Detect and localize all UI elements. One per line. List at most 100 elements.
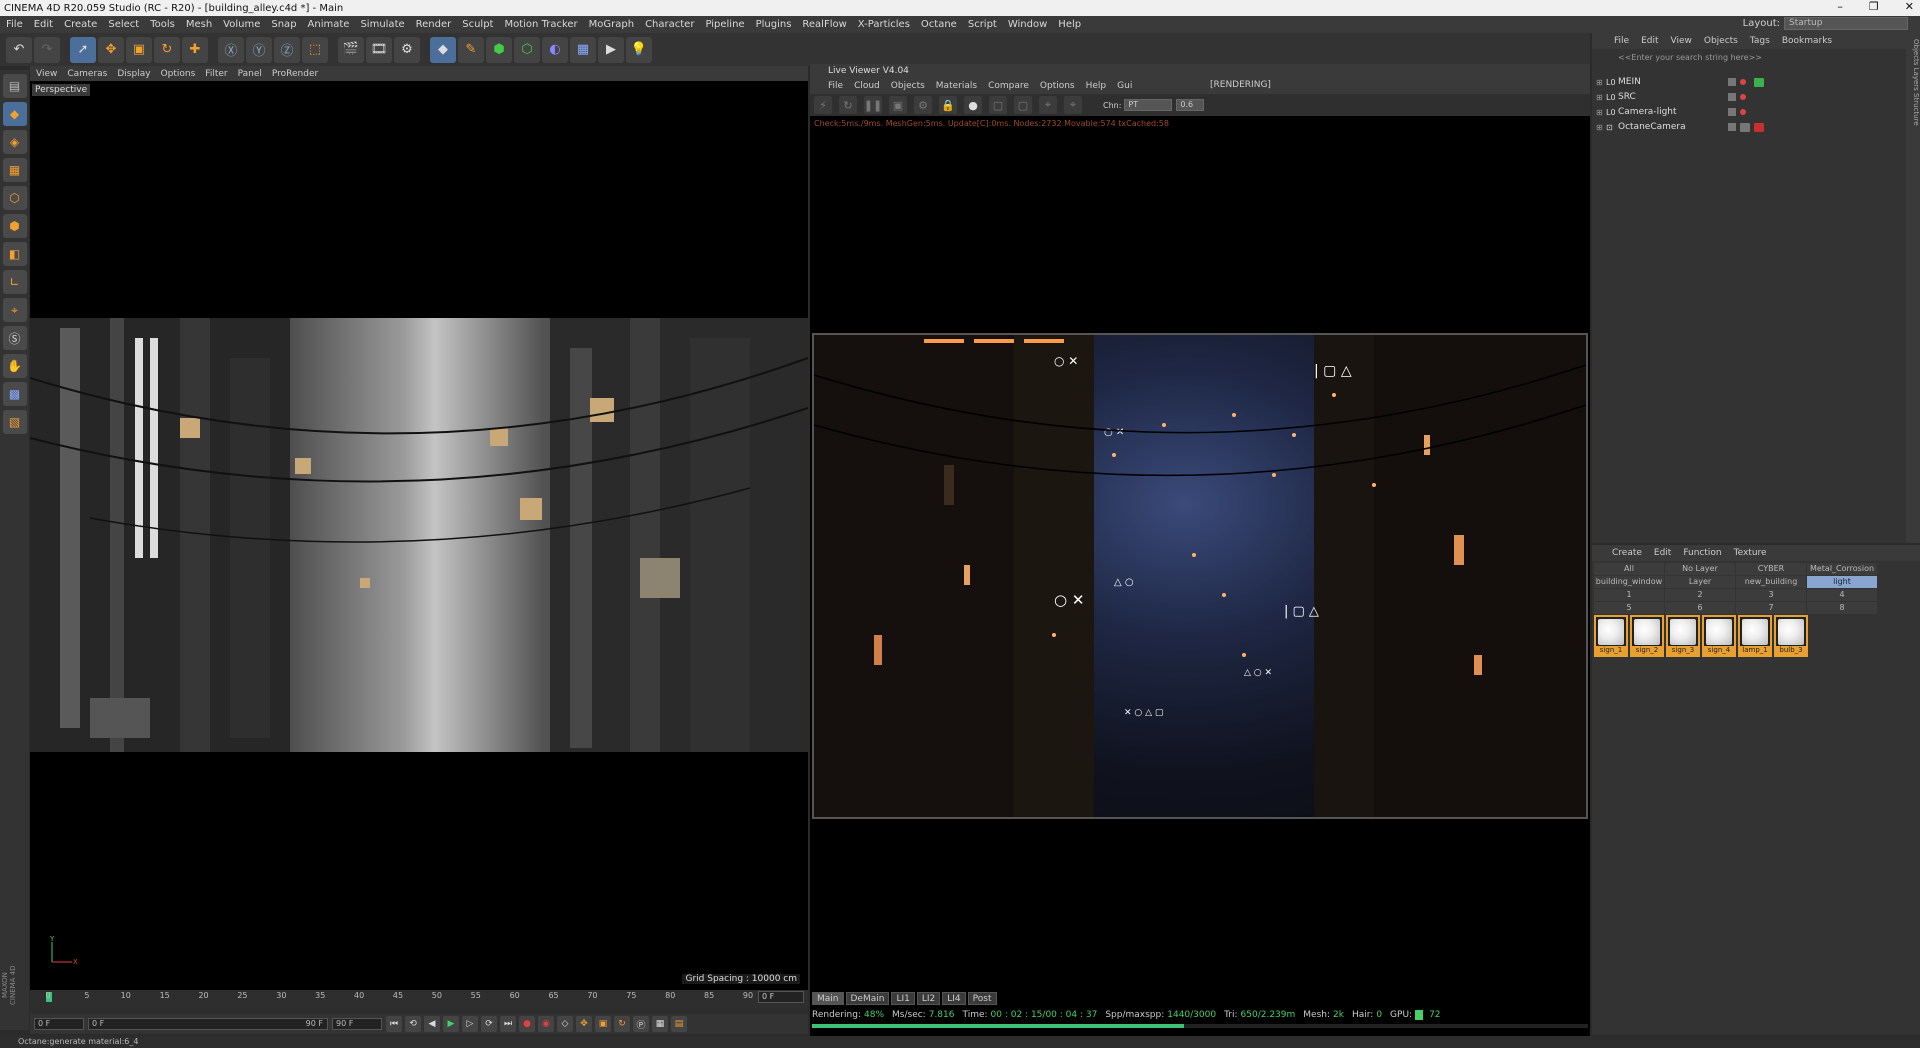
om-menu-objects[interactable]: Objects	[1704, 36, 1738, 46]
visibility-dots[interactable]	[1740, 109, 1746, 115]
lv-tab-main[interactable]: Main	[812, 992, 844, 1005]
timeline[interactable]: 0 5 10 15 20 25 30 35 40 45 50 55 60 65 70 75 80 85 90 0 F	[30, 990, 808, 1014]
menu-mograph[interactable]: MoGraph	[589, 19, 634, 30]
key-rotation-icon[interactable]: ↻	[614, 1016, 630, 1032]
menu-snap[interactable]: Snap	[271, 19, 296, 30]
model-mode-icon[interactable]: ◆	[2, 102, 27, 126]
pick-material-icon[interactable]: ⌖	[1064, 96, 1082, 114]
channel-value-field[interactable]: 0.6	[1176, 99, 1205, 111]
z-axis-lock-icon[interactable]: Ⓩ	[274, 36, 300, 63]
layer-cell[interactable]: 4	[1807, 589, 1877, 601]
expand-icon[interactable]: ⊞	[1596, 93, 1606, 102]
previous-key-icon[interactable]: ⟲	[405, 1016, 421, 1032]
stop-render-icon[interactable]: ▣	[889, 96, 907, 114]
octane-camera-tag-icon[interactable]	[1754, 122, 1764, 132]
layer-cell[interactable]: CYBER	[1736, 563, 1806, 575]
render-view-icon[interactable]: 🎬	[338, 36, 364, 63]
om-menu-view[interactable]: View	[1671, 36, 1692, 46]
layer-cell[interactable]: 2	[1665, 589, 1735, 601]
texture-mode-icon[interactable]: ◈	[2, 130, 27, 154]
material-swatch[interactable]: sign_4	[1702, 615, 1736, 657]
menu-x-particles[interactable]: X-Particles	[858, 19, 910, 30]
mm-menu-function[interactable]: Function	[1683, 548, 1721, 558]
close-button[interactable]: ✕	[1905, 0, 1914, 13]
menu-character[interactable]: Character	[645, 19, 694, 30]
om-menu-file[interactable]: File	[1614, 36, 1629, 46]
workplane-icon[interactable]: ▦	[2, 158, 27, 182]
menu-motion-tracker[interactable]: Motion Tracker	[504, 19, 577, 30]
expand-icon[interactable]: ⊞	[1596, 78, 1606, 87]
layout-dropdown[interactable]: Startup	[1784, 17, 1908, 30]
lv-menu-materials[interactable]: Materials	[936, 81, 977, 91]
menu-sculpt[interactable]: Sculpt	[462, 19, 493, 30]
autokey-icon[interactable]: ◉	[538, 1016, 554, 1032]
key-position-icon[interactable]: ✥	[576, 1016, 592, 1032]
om-menu-edit[interactable]: Edit	[1641, 36, 1658, 46]
lv-tab-post[interactable]: Post	[967, 992, 997, 1005]
end-frame-field[interactable]: 90 F	[332, 1018, 382, 1030]
lv-tab-li2[interactable]: LI2	[916, 992, 941, 1005]
undo-icon[interactable]: ↶	[6, 36, 32, 63]
lock-workplane-icon[interactable]: ▩	[2, 382, 27, 406]
key-scale-icon[interactable]: ▣	[595, 1016, 611, 1032]
layer-cell[interactable]: 8	[1807, 602, 1877, 614]
lv-menu-help[interactable]: Help	[1086, 81, 1107, 91]
mm-menu-create[interactable]: Create	[1612, 548, 1642, 558]
expand-icon[interactable]: ⊞	[1596, 123, 1606, 132]
minimize-button[interactable]: –	[1837, 0, 1843, 13]
layer-cell-selected[interactable]: light	[1807, 576, 1877, 588]
viewport-menu-prorender[interactable]: ProRender	[272, 69, 318, 79]
render-settings-icon[interactable]: ⚙	[394, 36, 420, 63]
lock-resolution-icon[interactable]: 🔒	[939, 96, 957, 114]
snap-icon[interactable]: Ⓢ	[2, 326, 27, 350]
lv-tab-li4[interactable]: LI4	[942, 992, 966, 1005]
pick-focus-icon[interactable]: ⌖	[1039, 96, 1057, 114]
menu-octane[interactable]: Octane	[921, 19, 957, 30]
next-frame-icon[interactable]: ▷	[462, 1016, 478, 1032]
mm-menu-texture[interactable]: Texture	[1734, 548, 1767, 558]
octane-render-output[interactable]: ○ ✕ | ▢ △ ○ ✕ △ ○ ○ ✕ | ▢ △ △ ○ ✕ ✕ ○ △ …	[812, 333, 1588, 819]
menu-plugins[interactable]: Plugins	[756, 19, 792, 30]
layer-cell[interactable]: building_window	[1594, 576, 1664, 588]
rotate-tool-icon[interactable]: ↻	[154, 36, 180, 63]
goto-start-icon[interactable]: ⏮	[386, 1016, 402, 1032]
restart-render-icon[interactable]: ↻	[839, 96, 857, 114]
mm-menu-edit[interactable]: Edit	[1654, 548, 1671, 558]
maximize-button[interactable]: ❐	[1869, 0, 1879, 13]
play-icon[interactable]: ▶	[443, 1016, 459, 1032]
record-icon[interactable]: ●	[519, 1016, 535, 1032]
layer-cell[interactable]: 3	[1736, 589, 1806, 601]
menu-edit[interactable]: Edit	[34, 19, 53, 30]
viewport-menu-display[interactable]: Display	[117, 69, 150, 79]
edges-mode-icon[interactable]: ⬢	[2, 214, 27, 238]
menu-simulate[interactable]: Simulate	[360, 19, 404, 30]
object-search-input[interactable]: <<Enter your search string here>>	[1596, 51, 1900, 65]
lv-menu-cloud[interactable]: Cloud	[854, 81, 880, 91]
composition-tag-icon[interactable]	[1740, 122, 1750, 132]
viewport-menu-cameras[interactable]: Cameras	[67, 69, 107, 79]
menu-pipeline[interactable]: Pipeline	[705, 19, 744, 30]
current-frame-field[interactable]: 0 F	[758, 991, 804, 1003]
timeline-ruler[interactable]: 0 5 10 15 20 25 30 35 40 45 50 55 60 65 70 75 80 85 90	[38, 990, 798, 1004]
layer-cell[interactable]: 7	[1736, 602, 1806, 614]
layer-cell[interactable]: No Layer	[1665, 563, 1735, 575]
camera-icon[interactable]: ▶	[598, 36, 624, 63]
region-render-icon[interactable]: ▢	[989, 96, 1007, 114]
material-swatch[interactable]: sign_3	[1666, 615, 1700, 657]
previous-frame-icon[interactable]: ◀	[424, 1016, 440, 1032]
coordinate-system-icon[interactable]: ⬚	[302, 36, 328, 63]
layer-cell[interactable]: 5	[1594, 602, 1664, 614]
array-icon[interactable]: ⬡	[514, 36, 540, 63]
channel-dropdown[interactable]: PT	[1124, 99, 1173, 111]
send-scene-icon[interactable]: ⚡	[814, 96, 832, 114]
axis-mode-icon[interactable]: ∟	[2, 270, 27, 294]
timeline-window-icon[interactable]: ▤	[671, 1016, 687, 1032]
points-mode-icon[interactable]: ⬡	[2, 186, 27, 210]
redo-icon[interactable]: ↷	[34, 36, 60, 63]
tweak-mode-icon[interactable]: ⌖	[2, 298, 27, 322]
lv-tab-demain[interactable]: DeMain	[845, 992, 890, 1005]
pause-render-icon[interactable]: ❚❚	[864, 96, 882, 114]
object-row[interactable]: ⊞ L0 Camera-light	[1596, 105, 1816, 119]
menu-tools[interactable]: Tools	[150, 19, 175, 30]
menu-volume[interactable]: Volume	[223, 19, 260, 30]
